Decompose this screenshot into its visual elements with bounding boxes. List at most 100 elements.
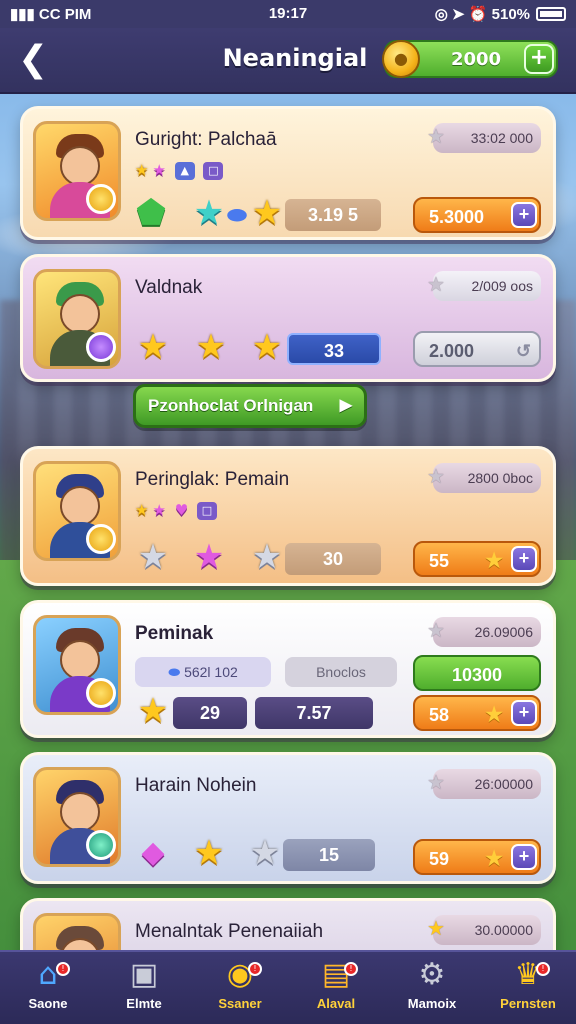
star-icon: ★ [427, 466, 445, 488]
player-avatar [33, 767, 121, 867]
player-card[interactable]: Peminak ★ 26.09006 ⬬ 562l 102 Bnoclos 10… [20, 600, 556, 738]
nav-item-home[interactable]: ⌂ Saone ! [0, 956, 96, 1022]
chest-icon: ▤ [321, 957, 351, 992]
star-icon: ★ [249, 833, 281, 873]
player-card[interactable]: Harain Nohein ★ 26:00000 ◆ ★ ★ 15 59 ★ + [20, 752, 556, 884]
notification-badge: ! [344, 962, 358, 976]
box-icon: □ [203, 161, 224, 180]
plus-icon: + [511, 844, 537, 870]
plus-icon: + [511, 202, 537, 228]
star-icon: ★ [251, 327, 283, 367]
star-icon: ★ [137, 537, 169, 577]
coin-balance: ● 2000 + [382, 40, 558, 78]
chevron-left-icon: ❮ [18, 39, 49, 80]
promo-button[interactable]: Pzonhoclat Orlnigan ▶ [133, 384, 367, 428]
upgrade-button[interactable]: 5.3000 + [413, 197, 541, 233]
notification-badge: ! [248, 962, 262, 976]
star-icon: ★ [427, 620, 445, 642]
score-value: 33:02 000 [470, 130, 533, 146]
stat-value: 33 [287, 333, 381, 365]
add-coins-button[interactable]: + [524, 44, 554, 74]
gem-icon: ⬬ [168, 664, 181, 680]
score-value: 30.00000 [474, 922, 533, 938]
player-card[interactable]: Valdnak ★ 2/009 oos ★ ★ ★ 33 2.000 ↺ [20, 254, 556, 382]
player-card[interactable]: Peringlak: Pemain ★ 2800 0boc ★ ★ ♥ □ ★ ★… [20, 446, 556, 586]
player-name: Harain Nohein [135, 775, 257, 796]
score-pill: ★ 26.09006 [427, 617, 541, 647]
upgrade-button[interactable]: 2.000 ↺ [413, 331, 541, 367]
nav-item-chest[interactable]: ▤ Alaval ! [288, 956, 384, 1022]
coin-amount: 2000 [450, 49, 502, 70]
score-value: 26:00000 [474, 776, 533, 792]
nav-label: Alaval [316, 996, 356, 1011]
upgrade-cost: 58 [429, 705, 450, 725]
star-icon: ★ [485, 704, 503, 726]
upgrade-button[interactable]: 55 ★ + [413, 541, 541, 577]
promo-label: Pzonhoclat Orlnigan [148, 396, 314, 415]
ticket-icon: ◆ [141, 835, 165, 870]
info-chip: ⬬ 562l 102 [135, 657, 271, 687]
chip-label: 562l 102 [184, 664, 238, 680]
player-card[interactable]: Guright: Palchaā ★ 33:02 000 ★ ★ ▲ □ ⬟ ★ … [20, 106, 556, 240]
refresh-icon: ↺ [515, 341, 531, 361]
player-name: Peminak [135, 623, 214, 644]
nav-label: Pernsten [500, 996, 556, 1011]
star-icon: ★ [251, 193, 283, 233]
star-icon: ★ [427, 918, 445, 940]
nav-item-trophy[interactable]: ♛ Pernsten ! [480, 956, 576, 1022]
status-bar: ▮▮▮ CC PIM 19:17 ◎ ➤ ⏰ 510% [0, 0, 576, 28]
player-name: Valdnak [135, 277, 203, 298]
score-value: 26.09006 [474, 624, 533, 640]
coins-icon: ◉ [226, 957, 254, 992]
player-name: Menalntak Penenaiiah [135, 921, 324, 942]
star-icon: ★ [193, 537, 225, 577]
star-icon: ★ [485, 550, 503, 572]
status-indicators: ◎ ➤ ⏰ 510% [434, 6, 530, 23]
upgrade-button[interactable]: 58 ★ + [413, 695, 541, 731]
nav-item-coins[interactable]: ◉ Ssaner ! [192, 956, 288, 1022]
top-header: ❮ Neaningial ● 2000 + [0, 28, 576, 94]
player-avatar [33, 269, 121, 369]
plus-icon: + [511, 546, 537, 572]
rating-row: ★ ★ ♥ □ [135, 501, 221, 520]
player-name: Guright: Palchaā [135, 129, 277, 150]
gear-icon: ⚙ [418, 957, 446, 992]
orb-badge-icon [86, 830, 116, 860]
orb-badge-icon [86, 332, 116, 362]
battery-icon [536, 7, 566, 21]
score-pill: ★ 26:00000 [427, 769, 541, 799]
stat-value: 29 [173, 697, 247, 729]
notification-badge: ! [56, 962, 70, 976]
upgrade-cost: 2.000 [429, 341, 475, 361]
nav-label: Saone [28, 996, 68, 1011]
info-chip: Bnoclos [285, 657, 397, 687]
score-pill: ★ 2/009 oos [427, 271, 541, 301]
score-pill: ★ 30.00000 [427, 915, 541, 945]
player-avatar [33, 121, 121, 221]
star-icon: ★ [135, 161, 149, 179]
upgrade-button[interactable]: 59 ★ + [413, 839, 541, 875]
upgrade-cost: 55 [429, 551, 450, 571]
back-button[interactable]: ❮ [18, 40, 54, 80]
coin-icon: ● [382, 40, 420, 78]
nav-label: Elmte [126, 996, 162, 1011]
star-icon: ★ [137, 691, 169, 731]
notification-badge: ! [536, 962, 550, 976]
claim-button[interactable]: 10300 [413, 655, 541, 691]
star-icon: ★ [485, 848, 503, 870]
player-avatar [33, 615, 121, 715]
score-value: 2800 0boc [467, 470, 533, 486]
upgrade-cost: 59 [429, 849, 450, 869]
stat-value: 7.57 [255, 697, 373, 729]
nav-label: Ssaner [218, 996, 262, 1011]
star-icon: ★ [427, 772, 445, 794]
upgrade-cost: 5.3000 [429, 207, 485, 227]
star-icon: ★ [427, 126, 445, 148]
star-icon: ★ [251, 537, 283, 577]
star-icon: ★ [137, 327, 169, 367]
nav-item-settings[interactable]: ⚙ Mamoix [384, 956, 480, 1022]
score-pill: ★ 33:02 000 [427, 123, 541, 153]
play-arrow-icon: ▶ [339, 397, 352, 414]
star-icon: ★ [193, 833, 225, 873]
nav-item-box[interactable]: ▣ Elmte [96, 956, 192, 1022]
